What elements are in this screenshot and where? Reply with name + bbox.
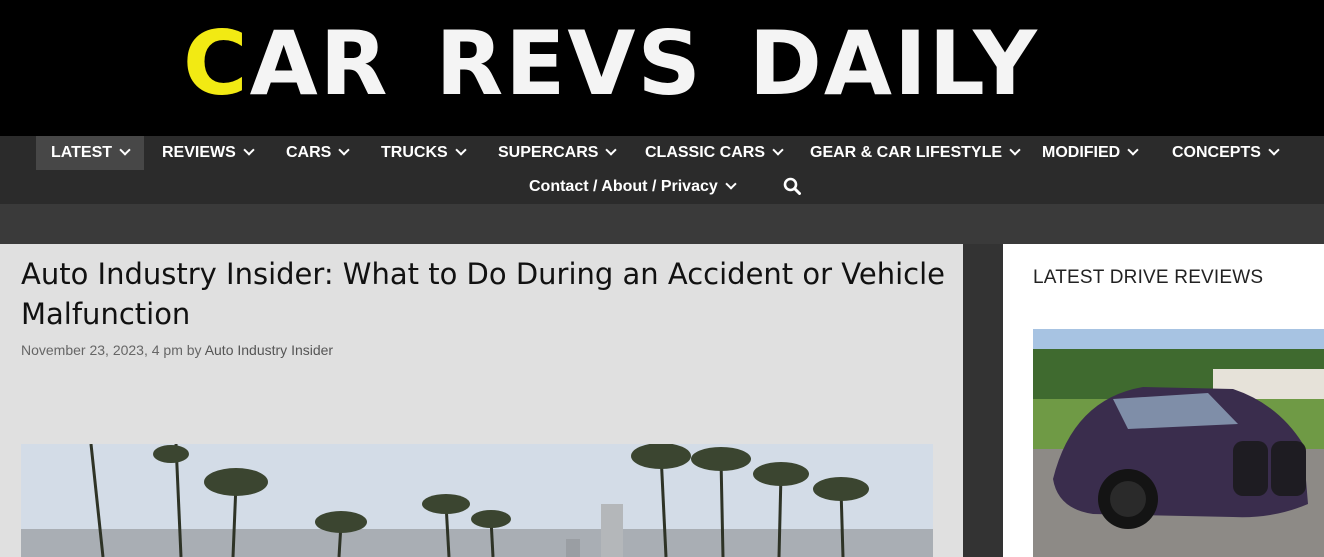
search-icon[interactable]: [783, 177, 801, 195]
chevron-down-icon: [725, 178, 737, 190]
sidebar-title: LATEST DRIVE REVIEWS: [1033, 267, 1264, 288]
article-hero-image: [21, 444, 933, 557]
logo-text: AR_REVS_DAILY: [249, 24, 1039, 104]
site-logo[interactable]: C AR_REVS_DAILY: [183, 24, 1155, 104]
article-meta: November 23, 2023, 4 pm by Auto Industry…: [21, 340, 333, 360]
site-header: C AR_REVS_DAILY: [0, 0, 1324, 136]
nav-row-2: Contact / About / Privacy: [0, 170, 1324, 204]
nav-item-gear-lifestyle[interactable]: GEAR & CAR LIFESTYLE: [810, 136, 1021, 170]
nav-item-latest[interactable]: LATEST: [36, 136, 145, 170]
logo-initial: C: [183, 24, 250, 104]
chevron-down-icon: [772, 144, 784, 156]
nav-item-supercars[interactable]: SUPERCARS: [498, 136, 618, 170]
palm-trees-photo: [21, 444, 933, 557]
chevron-down-icon: [119, 144, 131, 156]
car-photo: [1033, 329, 1324, 557]
nav-item-cars[interactable]: CARS: [286, 136, 351, 170]
chevron-down-icon: [1009, 144, 1021, 156]
article-title[interactable]: Auto Industry Insider: What to Do During…: [21, 254, 951, 334]
chevron-down-icon: [605, 144, 618, 156]
article-author[interactable]: Auto Industry Insider: [205, 342, 333, 358]
nav-item-modified[interactable]: MODIFIED: [1042, 136, 1139, 170]
nav-item-classic-cars[interactable]: CLASSIC CARS: [645, 136, 784, 170]
article-date: November 23, 2023, 4 pm: [21, 342, 183, 358]
nav-item-concepts[interactable]: CONCEPTS: [1172, 136, 1280, 170]
nav-spacer: [0, 204, 1324, 244]
article-by: by: [186, 342, 202, 358]
nav-item-contact-about-privacy[interactable]: Contact / About / Privacy: [529, 170, 737, 204]
chevron-down-icon: [1268, 144, 1280, 156]
chevron-down-icon: [1127, 144, 1139, 156]
latest-review-image[interactable]: [1033, 329, 1324, 557]
chevron-down-icon: [338, 144, 351, 156]
nav-item-trucks[interactable]: TRUCKS: [381, 136, 467, 170]
main-nav: LATEST REVIEWS CARS TRUCKS SUPERCARS CLA…: [0, 136, 1324, 204]
nav-row-1: LATEST REVIEWS CARS TRUCKS SUPERCARS CLA…: [0, 136, 1324, 170]
chevron-down-icon: [243, 144, 255, 156]
nav-item-reviews[interactable]: REVIEWS: [162, 136, 255, 170]
chevron-down-icon: [455, 144, 467, 156]
